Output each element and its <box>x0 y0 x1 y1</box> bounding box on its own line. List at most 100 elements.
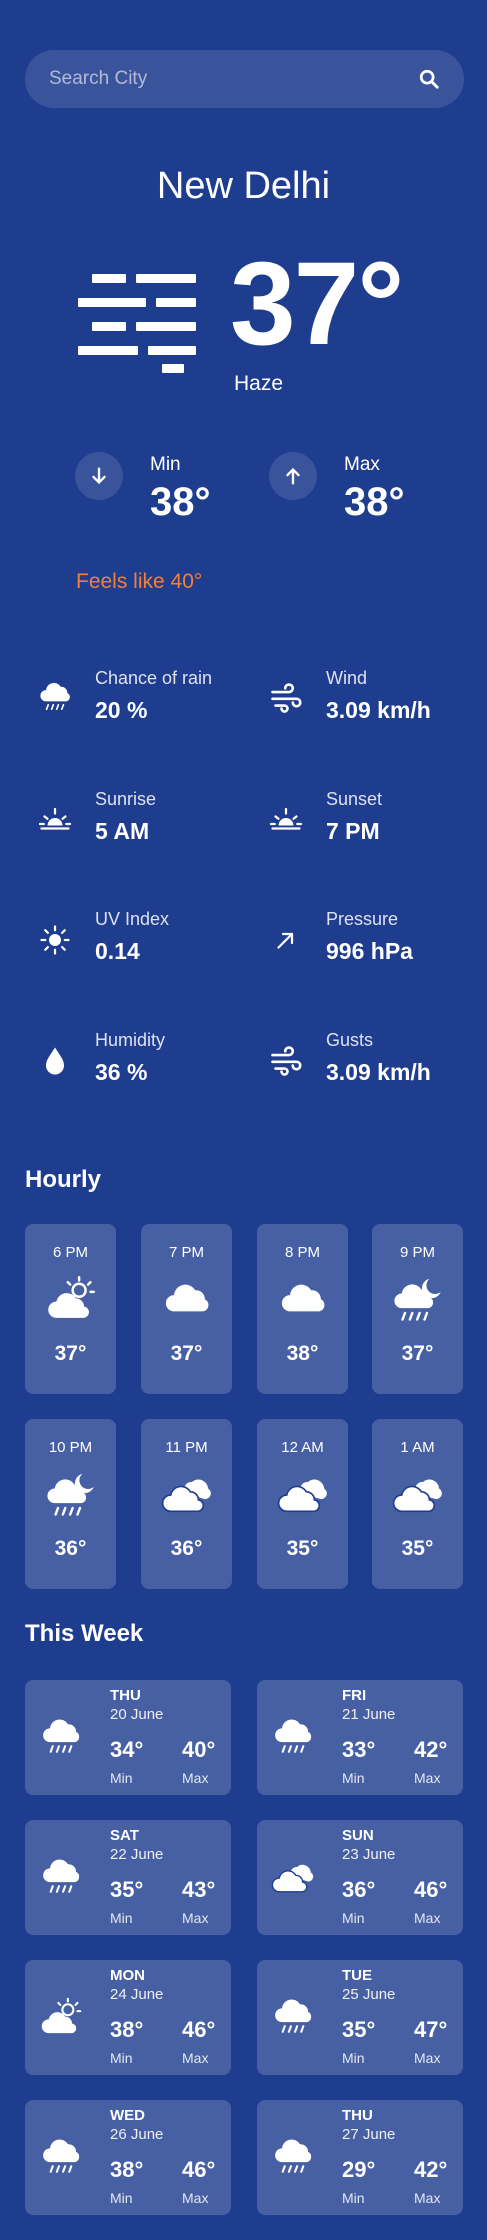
day-name: WED <box>110 2107 145 2124</box>
hour-temp: 37° <box>170 1342 203 1365</box>
arrow-up-icon <box>286 468 300 485</box>
hour-time: 10 PM <box>48 1439 93 1456</box>
min-label: Min <box>342 2050 365 2066</box>
min-label: Min <box>342 1770 365 1786</box>
detail-value: 7 PM <box>326 818 380 844</box>
cloud-icon <box>277 1274 329 1326</box>
rain-cloud-icon <box>39 2136 83 2180</box>
weather-condition: Haze <box>234 372 284 395</box>
day-card[interactable]: SAT 22 June 35° 43° Min Max <box>25 1820 231 1935</box>
hourly-card[interactable]: 12 AM 35° <box>257 1419 348 1589</box>
hourly-card[interactable]: 8 PM 38° <box>257 1224 348 1394</box>
min-label: Min <box>150 454 181 475</box>
day-date: 26 June <box>110 2126 164 2143</box>
hourly-card[interactable]: 6 PM 37° <box>25 1224 116 1394</box>
rain-cloud-icon <box>37 680 73 716</box>
day-card[interactable]: MON 24 June 38° 46° Min Max <box>25 1960 231 2075</box>
day-name: MON <box>110 1967 145 1984</box>
clouds-icon <box>161 1469 213 1521</box>
day-card[interactable]: TUE 25 June 35° 47° Min Max <box>257 1960 463 2075</box>
search-input[interactable]: Search City <box>49 68 147 90</box>
moon-rain-cloud-icon <box>392 1274 444 1326</box>
day-min-temp: 35° <box>110 1877 144 1902</box>
day-card[interactable]: FRI 21 June 33° 42° Min Max <box>257 1680 463 1795</box>
detail-value: 3.09 km/h <box>326 697 431 723</box>
arrow-down-icon <box>92 467 106 484</box>
detail-value: 36 % <box>95 1059 148 1085</box>
week-title: This Week <box>25 1620 144 1647</box>
day-name: SAT <box>110 1827 139 1844</box>
day-min-temp: 38° <box>110 2157 144 2182</box>
rain-cloud-icon <box>39 1856 83 1900</box>
min-temp-button[interactable] <box>75 452 123 500</box>
sunrise-icon <box>37 800 73 836</box>
detail-label: Sunrise <box>95 789 157 809</box>
cloud-icon <box>161 1274 213 1326</box>
min-label: Min <box>110 2190 133 2206</box>
day-min-temp: 33° <box>342 1737 376 1762</box>
wind-icon <box>268 680 304 716</box>
hourly-card[interactable]: 1 AM 35° <box>372 1419 463 1589</box>
rain-cloud-icon <box>271 1716 315 1760</box>
detail-value: 3.09 km/h <box>326 1059 431 1085</box>
day-max-temp: 46° <box>182 2157 216 2182</box>
max-label: Max <box>344 454 380 475</box>
min-temp-value: 38° <box>150 480 211 524</box>
day-date: 22 June <box>110 1846 164 1863</box>
max-label: Max <box>414 1910 441 1926</box>
day-max-temp: 40° <box>182 1737 216 1762</box>
detail-label: UV Index <box>95 909 170 929</box>
detail-value: 20 % <box>95 697 148 723</box>
moon-rain-cloud-icon <box>45 1469 97 1521</box>
max-label: Max <box>414 2050 441 2066</box>
hour-temp: 35° <box>286 1537 319 1560</box>
day-card[interactable]: WED 26 June 38° 46° Min Max <box>25 2100 231 2215</box>
hour-time: 9 PM <box>399 1244 435 1261</box>
day-date: 25 June <box>342 1986 396 2003</box>
clouds-icon <box>392 1469 444 1521</box>
day-date: 27 June <box>342 2126 396 2143</box>
hour-temp: 37° <box>401 1342 434 1365</box>
min-label: Min <box>110 1770 133 1786</box>
day-card[interactable]: THU 27 June 29° 42° Min Max <box>257 2100 463 2215</box>
hour-temp: 38° <box>286 1342 319 1365</box>
hourly-card[interactable]: 10 PM 36° <box>25 1419 116 1589</box>
detail-label: Pressure <box>326 909 399 929</box>
sunset-icon <box>268 800 304 836</box>
day-name: SUN <box>342 1827 374 1844</box>
max-temp-value: 38° <box>344 480 405 524</box>
rain-cloud-icon <box>271 1996 315 2040</box>
hourly-card[interactable]: 9 PM 37° <box>372 1224 463 1394</box>
day-card[interactable]: THU 20 June 34° 40° Min Max <box>25 1680 231 1795</box>
day-date: 20 June <box>110 1706 164 1723</box>
hour-temp: 35° <box>401 1537 434 1560</box>
detail-value: 5 AM <box>95 818 150 844</box>
hour-time: 12 AM <box>281 1439 324 1456</box>
hour-temp: 37° <box>54 1342 87 1365</box>
clouds-icon <box>277 1469 329 1521</box>
day-min-temp: 29° <box>342 2157 376 2182</box>
detail-label: Humidity <box>95 1030 166 1050</box>
detail-value: 996 hPa <box>326 938 413 964</box>
sun-cloud-icon <box>39 1996 83 2040</box>
day-card[interactable]: SUN 23 June 36° 46° Min Max <box>257 1820 463 1935</box>
detail-label: Sunset <box>326 789 383 809</box>
haze-icon <box>78 272 200 376</box>
search-bar[interactable]: Search City <box>25 50 464 108</box>
current-temperature: 37° <box>230 238 404 370</box>
clouds-icon <box>271 1856 315 1900</box>
day-date: 24 June <box>110 1986 164 2003</box>
max-label: Max <box>182 1770 209 1786</box>
day-name: FRI <box>342 1687 367 1704</box>
day-date: 21 June <box>342 1706 396 1723</box>
hourly-card[interactable]: 11 PM 36° <box>141 1419 232 1589</box>
sun-icon <box>37 922 73 958</box>
hour-time: 7 PM <box>168 1244 204 1261</box>
search-icon[interactable] <box>418 68 440 90</box>
hourly-card[interactable]: 7 PM 37° <box>141 1224 232 1394</box>
max-temp-button[interactable] <box>269 452 317 500</box>
max-label: Max <box>414 1770 441 1786</box>
hour-time: 11 PM <box>165 1439 208 1456</box>
min-label: Min <box>342 2190 365 2206</box>
arrow-up-right-icon <box>268 922 304 958</box>
